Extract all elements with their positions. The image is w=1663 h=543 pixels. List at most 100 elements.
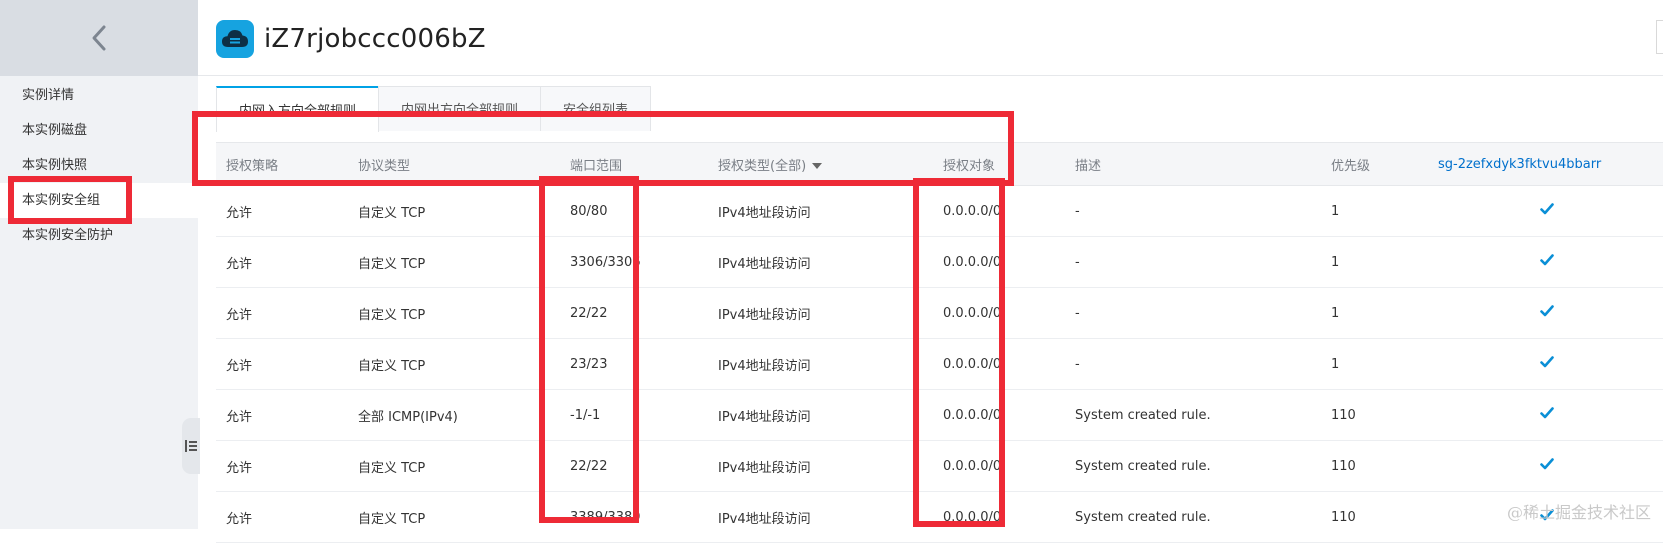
sidebar-item-label: 实例详情 xyxy=(22,88,75,103)
cell-port-range: -1/-1 xyxy=(560,389,708,441)
checkmark-icon xyxy=(1539,305,1554,317)
cell-auth-type: IPv4地址段访问 xyxy=(708,491,933,543)
table-row: 允许 自定义 TCP 80/80 IPv4地址段访问 0.0.0.0/0-1 xyxy=(216,185,1663,237)
header-divider xyxy=(198,75,1663,76)
cell-auth-target: 0.0.0.0/0 xyxy=(933,236,1065,288)
cell-description: - xyxy=(1065,185,1321,237)
cell-policy: 允许 xyxy=(216,287,348,339)
cell-port-range: 23/23 xyxy=(560,338,708,390)
cell-policy: 允许 xyxy=(216,440,348,492)
tab-security-group-list[interactable]: 安全组列表 xyxy=(540,86,652,131)
table-row: 允许 自定义 TCP 22/22 IPv4地址段访问 0.0.0.0/0-1 xyxy=(216,287,1663,339)
checkmark-icon xyxy=(1539,356,1554,368)
table-row: 允许 自定义 TCP 22/22 IPv4地址段访问 0.0.0.0/0 System c… xyxy=(216,440,1663,492)
cell-auth-target: 0.0.0.0/0 xyxy=(933,287,1065,339)
cell-auth-target: 0.0.0.0/0 xyxy=(933,389,1065,441)
cell-port-range: 80/80 xyxy=(560,185,708,237)
column-header-auth-target: 授权对象 xyxy=(933,142,1065,186)
cell-policy: 允许 xyxy=(216,236,348,288)
rules-table: 授权策略 协议类型 端口范围 授权类型(全部) 授权对象 描述 优先级 sg-2… xyxy=(216,142,1663,543)
cell-priority: 1 xyxy=(1321,236,1428,288)
cell-port-range: 22/22 xyxy=(560,440,708,492)
sidebar-item-security-protection[interactable]: 本实例安全防护 xyxy=(0,218,198,253)
rule-tabs: 内网入方向全部规则 内网出方向全部规则 安全组列表 xyxy=(216,86,652,132)
cell-description: - xyxy=(1065,287,1321,339)
tab-inbound-rules[interactable]: 内网入方向全部规则 xyxy=(216,86,380,132)
sidebar-item-instance-details[interactable]: 实例详情 xyxy=(0,78,198,113)
cell-check xyxy=(1428,236,1663,288)
cell-check xyxy=(1428,287,1663,339)
page-title: iZ7rjobccc006bZ xyxy=(264,24,486,54)
cell-policy: 允许 xyxy=(216,389,348,441)
table-row: 允许 自定义 TCP 23/23 IPv4地址段访问 0.0.0.0/0-1 xyxy=(216,338,1663,390)
checkmark-icon xyxy=(1539,458,1554,470)
cell-check xyxy=(1428,440,1663,492)
cell-auth-type: IPv4地址段访问 xyxy=(708,440,933,492)
top-right-button[interactable] xyxy=(1656,20,1663,54)
column-header-description: 描述 xyxy=(1065,142,1321,186)
sidebar-nav: 实例详情 本实例磁盘 本实例快照 本实例安全组 本实例安全防护 xyxy=(0,78,198,253)
cell-auth-type: IPv4地址段访问 xyxy=(708,338,933,390)
cell-auth-target: 0.0.0.0/0 xyxy=(933,491,1065,543)
cell-priority: 110 xyxy=(1321,491,1428,543)
main-content: iZ7rjobccc006bZ 内网入方向全部规则 内网出方向全部规则 安全组列… xyxy=(192,0,1663,543)
tab-outbound-rules[interactable]: 内网出方向全部规则 xyxy=(378,86,542,131)
column-header-auth-type-label: 授权类型(全部) xyxy=(718,158,807,174)
back-button[interactable] xyxy=(0,0,198,76)
watermark: @稀土掘金技术社区 xyxy=(1506,503,1651,522)
cell-description: - xyxy=(1065,236,1321,288)
cell-protocol: 全部 ICMP(IPv4) xyxy=(348,389,560,441)
column-header-policy: 授权策略 xyxy=(216,142,348,186)
cell-policy: 允许 xyxy=(216,185,348,237)
cell-protocol: 自定义 TCP xyxy=(348,440,560,492)
cell-port-range: 3389/3389 xyxy=(560,491,708,543)
cell-protocol: 自定义 TCP xyxy=(348,185,560,237)
cell-priority: 110 xyxy=(1321,389,1428,441)
cell-check xyxy=(1428,185,1663,237)
table-row: 允许 自定义 TCP 3306/3306 IPv4地址段访问 0.0.0.0/0-1 xyxy=(216,236,1663,288)
sidebar-item-label: 本实例安全防护 xyxy=(22,228,114,243)
sidebar-item-snapshots[interactable]: 本实例快照 xyxy=(0,148,198,183)
chevron-left-icon xyxy=(92,25,106,51)
sidebar-item-label: 本实例安全组 xyxy=(22,193,101,208)
cell-protocol: 自定义 TCP xyxy=(348,491,560,543)
cloud-server-icon xyxy=(216,20,254,58)
cell-policy: 允许 xyxy=(216,338,348,390)
column-header-auth-type[interactable]: 授权类型(全部) xyxy=(708,142,933,186)
cell-auth-type: IPv4地址段访问 xyxy=(708,185,933,237)
cell-auth-target: 0.0.0.0/0 xyxy=(933,185,1065,237)
sidebar-item-security-groups[interactable]: 本实例安全组 xyxy=(0,183,198,218)
sidebar: 实例详情 本实例磁盘 本实例快照 本实例安全组 本实例安全防护 xyxy=(0,0,200,529)
column-header-security-group-link[interactable]: sg-2zefxdyk3fktvu4bbarr xyxy=(1428,142,1663,186)
cell-description: System created rule. xyxy=(1065,440,1321,492)
cell-port-range: 3306/3306 xyxy=(560,236,708,288)
column-header-port-range: 端口范围 xyxy=(560,142,708,186)
cell-auth-target: 0.0.0.0/0 xyxy=(933,440,1065,492)
column-header-priority: 优先级 xyxy=(1321,142,1428,186)
cell-priority: 1 xyxy=(1321,287,1428,339)
cell-auth-type: IPv4地址段访问 xyxy=(708,236,933,288)
rules-table-container: 授权策略 协议类型 端口范围 授权类型(全部) 授权对象 描述 优先级 sg-2… xyxy=(216,142,1663,543)
sidebar-item-label: 本实例磁盘 xyxy=(22,123,88,138)
cell-auth-type: IPv4地址段访问 xyxy=(708,389,933,441)
cell-check xyxy=(1428,389,1663,441)
cell-policy: 允许 xyxy=(216,491,348,543)
cell-port-range: 22/22 xyxy=(560,287,708,339)
cell-protocol: 自定义 TCP xyxy=(348,236,560,288)
cell-check xyxy=(1428,338,1663,390)
sidebar-item-disks[interactable]: 本实例磁盘 xyxy=(0,113,198,148)
cell-description: System created rule. xyxy=(1065,491,1321,543)
cell-description: - xyxy=(1065,338,1321,390)
cell-auth-type: IPv4地址段访问 xyxy=(708,287,933,339)
cell-priority: 1 xyxy=(1321,338,1428,390)
cell-auth-target: 0.0.0.0/0 xyxy=(933,338,1065,390)
collapse-panel-icon xyxy=(185,440,197,452)
table-header-row: 授权策略 协议类型 端口范围 授权类型(全部) 授权对象 描述 优先级 sg-2… xyxy=(216,142,1663,186)
cell-priority: 1 xyxy=(1321,185,1428,237)
checkmark-icon xyxy=(1539,407,1554,419)
table-row: 允许 自定义 TCP 3389/3389 IPv4地址段访问 0.0.0.0/0 Syst… xyxy=(216,491,1663,543)
sidebar-item-label: 本实例快照 xyxy=(22,158,88,173)
caret-down-icon xyxy=(812,163,823,169)
cell-protocol: 自定义 TCP xyxy=(348,287,560,339)
cell-protocol: 自定义 TCP xyxy=(348,338,560,390)
